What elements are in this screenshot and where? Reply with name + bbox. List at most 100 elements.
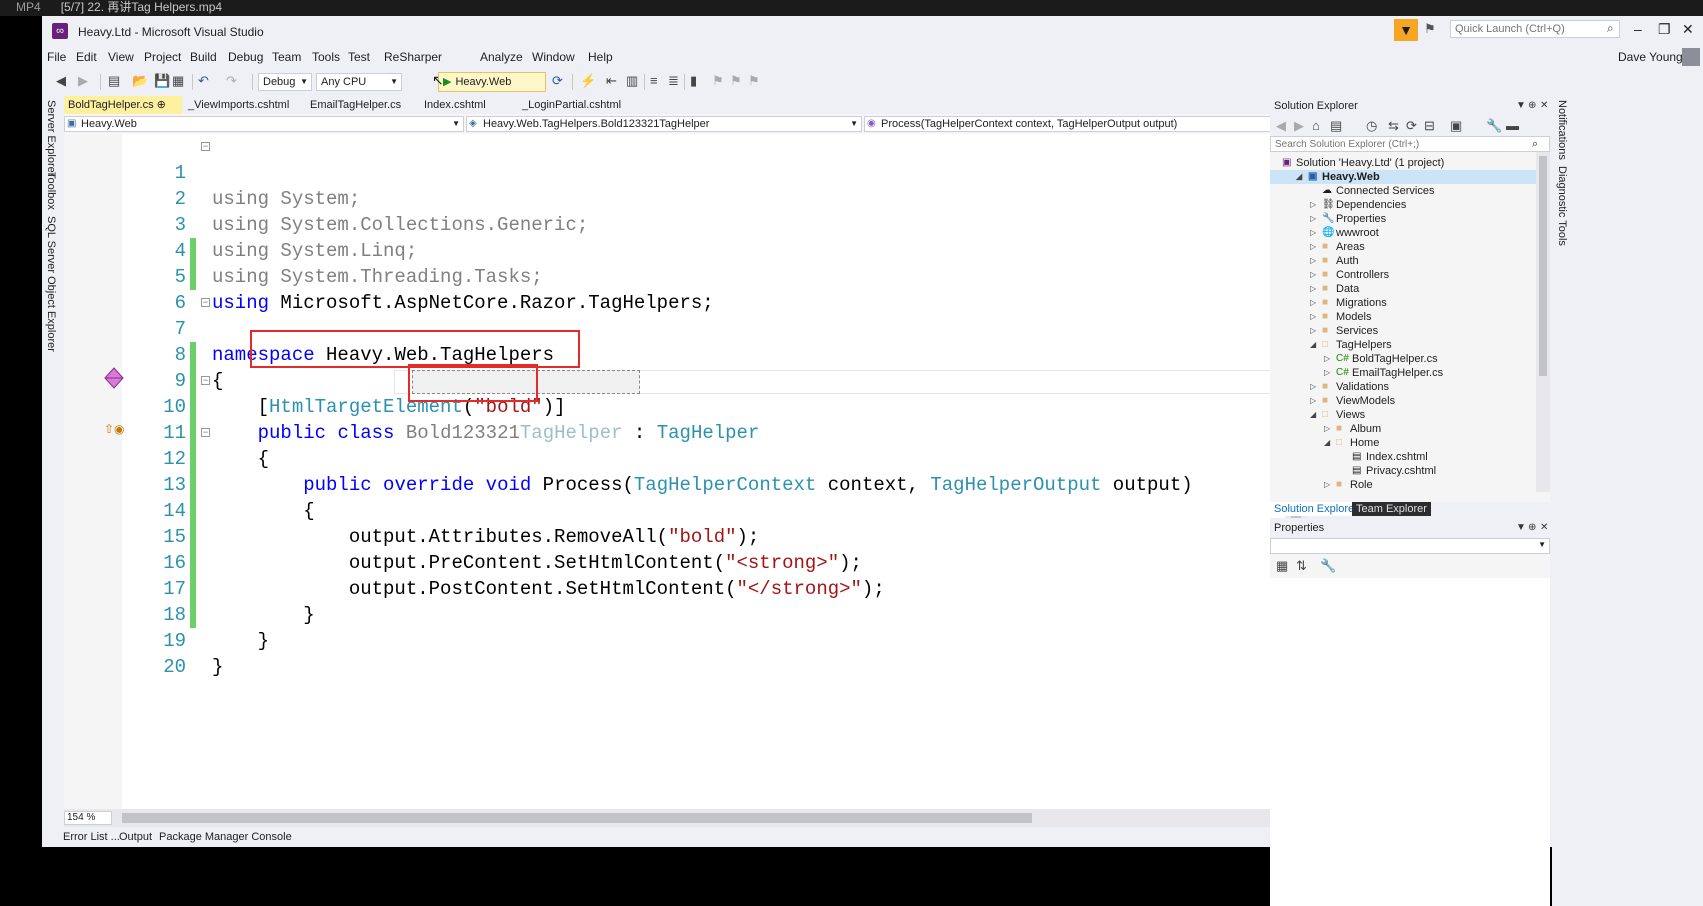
type-select[interactable]: ◈ Heavy.Web.TagHelpers.Bold123321TagHelpe… bbox=[466, 116, 862, 132]
switch-views-icon[interactable]: ▤ bbox=[1330, 118, 1342, 134]
code-line-20[interactable]: 20 bbox=[64, 628, 1285, 678]
search-icon[interactable]: ⌕ bbox=[1532, 138, 1538, 151]
properties-grid[interactable] bbox=[1270, 578, 1550, 906]
rename-warning-icon[interactable] bbox=[104, 367, 124, 389]
tree-item[interactable]: ☁ Connected Services bbox=[1270, 184, 1536, 198]
close-icon[interactable]: ✕ bbox=[1540, 518, 1548, 538]
error-list-tab[interactable]: Error List ... bbox=[63, 831, 120, 843]
restore-icon[interactable]: ❐ bbox=[1658, 21, 1671, 38]
expanded-arrow-icon[interactable]: ◢ bbox=[1324, 436, 1330, 450]
code-line-5[interactable]: 5 using Microsoft.AspNetCore.Razor.TagHe… bbox=[64, 238, 1285, 314]
code-line-4[interactable]: 4 using System.Threading.Tasks; bbox=[64, 212, 1285, 288]
tree-item[interactable]: ▷ 🌐 wwwroot bbox=[1270, 226, 1536, 240]
collapsed-arrow-icon[interactable]: ▷ bbox=[1310, 254, 1316, 268]
refresh-icon[interactable]: ⟳ bbox=[1406, 118, 1417, 134]
collapsed-arrow-icon[interactable]: ▷ bbox=[1310, 198, 1316, 212]
notifications-tab[interactable]: Notifications bbox=[1556, 100, 1568, 160]
chevron-down-icon[interactable]: ▼ bbox=[1516, 96, 1526, 116]
collapsed-arrow-icon[interactable]: ▷ bbox=[1310, 324, 1316, 338]
menu-resharper[interactable]: ReSharper bbox=[384, 50, 442, 64]
tree-item[interactable]: ▷ ■ ViewModels bbox=[1270, 394, 1536, 408]
back-icon[interactable]: ◀ bbox=[1276, 118, 1286, 134]
collapse-icon[interactable]: − bbox=[201, 142, 210, 151]
code-line-12[interactable]: 12− public override void Process(TagHelp… bbox=[64, 420, 1285, 497]
sql-server-object-explorer-tab[interactable]: SQL Server Object Explorer bbox=[45, 216, 57, 352]
pin-icon[interactable]: ⊕ bbox=[157, 99, 166, 111]
solution-platform-select[interactable]: Any CPU ▼ bbox=[316, 73, 402, 91]
menu-analyze[interactable]: Analyze bbox=[480, 50, 523, 64]
tree-item[interactable]: ▷ C# BoldTagHelper.cs bbox=[1270, 352, 1536, 366]
solution-explorer-scroll-thumb[interactable] bbox=[1539, 156, 1547, 376]
tree-item[interactable]: ▷ ⛓ Dependencies bbox=[1270, 198, 1536, 212]
tree-item[interactable]: ▷ ■ Role bbox=[1270, 478, 1536, 488]
code-line-2[interactable]: 2 using System.Collections.Generic; bbox=[64, 160, 1285, 236]
code-line-19[interactable]: 19 } bbox=[64, 602, 1285, 678]
bookmark-icon[interactable]: ▮ bbox=[690, 73, 697, 89]
save-icon[interactable]: 💾 bbox=[154, 73, 170, 89]
properties-object-select[interactable]: ▼ bbox=[1270, 538, 1550, 554]
quick-launch-input[interactable] bbox=[1450, 20, 1620, 38]
save-all-icon[interactable]: ▦ bbox=[172, 73, 184, 89]
solution-explorer-search-input[interactable] bbox=[1270, 136, 1550, 152]
comment-icon[interactable]: ≡ bbox=[650, 73, 658, 88]
preview-icon[interactable]: ▬ bbox=[1506, 118, 1519, 133]
code-line-13[interactable]: 13 { bbox=[64, 446, 1285, 522]
expanded-arrow-icon[interactable]: ◢ bbox=[1310, 338, 1316, 352]
undo-icon[interactable]: ↶ bbox=[198, 73, 209, 89]
collapse-icon[interactable]: − bbox=[201, 298, 210, 307]
close-icon[interactable]: ✕ bbox=[1540, 96, 1548, 116]
collapsed-arrow-icon[interactable]: ▷ bbox=[1324, 478, 1330, 488]
code-line-3[interactable]: 3 using System.Linq; bbox=[64, 186, 1285, 262]
property-pages-icon[interactable]: 🔧 bbox=[1320, 558, 1336, 574]
user-name[interactable]: Dave Young bbox=[1618, 50, 1683, 64]
alphabetical-icon[interactable]: ⇅ bbox=[1296, 558, 1307, 574]
collapsed-arrow-icon[interactable]: ▷ bbox=[1324, 352, 1330, 366]
tree-item[interactable]: ▷ ■ Services bbox=[1270, 324, 1536, 338]
tree-item[interactable]: ▷ ■ Auth bbox=[1270, 254, 1536, 268]
home-icon[interactable]: ⌂ bbox=[1312, 118, 1320, 133]
pending-changes-icon[interactable]: ◷ bbox=[1366, 118, 1377, 134]
code-line-8[interactable]: 8 { bbox=[64, 316, 1285, 392]
menu-debug[interactable]: Debug bbox=[228, 50, 263, 64]
collapsed-arrow-icon[interactable]: ▷ bbox=[1310, 282, 1316, 296]
sync-icon[interactable]: ⇆ bbox=[1388, 118, 1399, 134]
collapsed-arrow-icon[interactable]: ▷ bbox=[1310, 226, 1316, 240]
tab-viewimports[interactable]: _ViewImports.cshtml bbox=[184, 96, 293, 114]
horizontal-scroll-thumb[interactable] bbox=[122, 813, 1032, 823]
tree-item[interactable]: ◢ □ Home bbox=[1270, 436, 1536, 450]
chevron-down-icon[interactable]: ▼ bbox=[1516, 518, 1526, 538]
code-line-1[interactable]: 1− using System; bbox=[64, 134, 1285, 211]
collapsed-arrow-icon[interactable]: ▷ bbox=[1310, 394, 1316, 408]
tree-item-project[interactable]: ◢ ▣ Heavy.Web bbox=[1270, 170, 1536, 184]
menu-test[interactable]: Test bbox=[348, 50, 370, 64]
collapsed-arrow-icon[interactable]: ▷ bbox=[1310, 310, 1316, 324]
uncomment-icon[interactable]: ≣ bbox=[668, 73, 679, 89]
code-editor[interactable]: 1− using System; 2 using System.Collecti… bbox=[64, 134, 1285, 809]
solution-configuration-select[interactable]: Debug ▼ bbox=[258, 73, 312, 91]
next-bookmark-icon[interactable]: ⚑ bbox=[730, 73, 742, 89]
forward-icon[interactable]: ▶ bbox=[1294, 118, 1304, 134]
code-line-11[interactable]: 11 { bbox=[64, 394, 1285, 470]
package-manager-console-tab[interactable]: Package Manager Console bbox=[159, 831, 292, 843]
close-icon[interactable]: ✕ bbox=[1682, 21, 1694, 38]
menu-team[interactable]: Team bbox=[272, 50, 301, 64]
menu-help[interactable]: Help bbox=[588, 50, 613, 64]
tree-item[interactable]: ▤ Index.cshtml bbox=[1270, 450, 1536, 464]
show-all-files-icon[interactable]: ▣ bbox=[1450, 118, 1462, 134]
tree-item[interactable]: ▷ C# EmailTagHelper.cs bbox=[1270, 366, 1536, 380]
collapse-all-icon[interactable]: ⊟ bbox=[1424, 118, 1435, 134]
collapsed-arrow-icon[interactable]: ▷ bbox=[1324, 366, 1330, 380]
tree-item[interactable]: ▷ ■ Areas bbox=[1270, 240, 1536, 254]
notification-icon[interactable]: ⚑ bbox=[1424, 21, 1436, 37]
code-line-7[interactable]: 7− namespace Heavy.Web.TagHelpers bbox=[64, 290, 1285, 367]
tree-item[interactable]: ▷ ■ Models bbox=[1270, 310, 1536, 324]
new-project-icon[interactable]: ▤ bbox=[108, 73, 120, 89]
tree-item[interactable]: ▷ ■ Controllers bbox=[1270, 268, 1536, 282]
zoom-select[interactable]: 154 % bbox=[64, 811, 112, 825]
server-explorer-tab[interactable]: Server Explorer bbox=[45, 100, 57, 176]
menu-project[interactable]: Project bbox=[144, 50, 181, 64]
collapsed-arrow-icon[interactable]: ▷ bbox=[1310, 268, 1316, 282]
start-debugging-button[interactable]: ▶ Heavy.Web bbox=[438, 72, 546, 92]
menu-window[interactable]: Window bbox=[532, 50, 575, 64]
tab-solution-explorer[interactable]: Solution Explorer bbox=[1270, 502, 1362, 516]
